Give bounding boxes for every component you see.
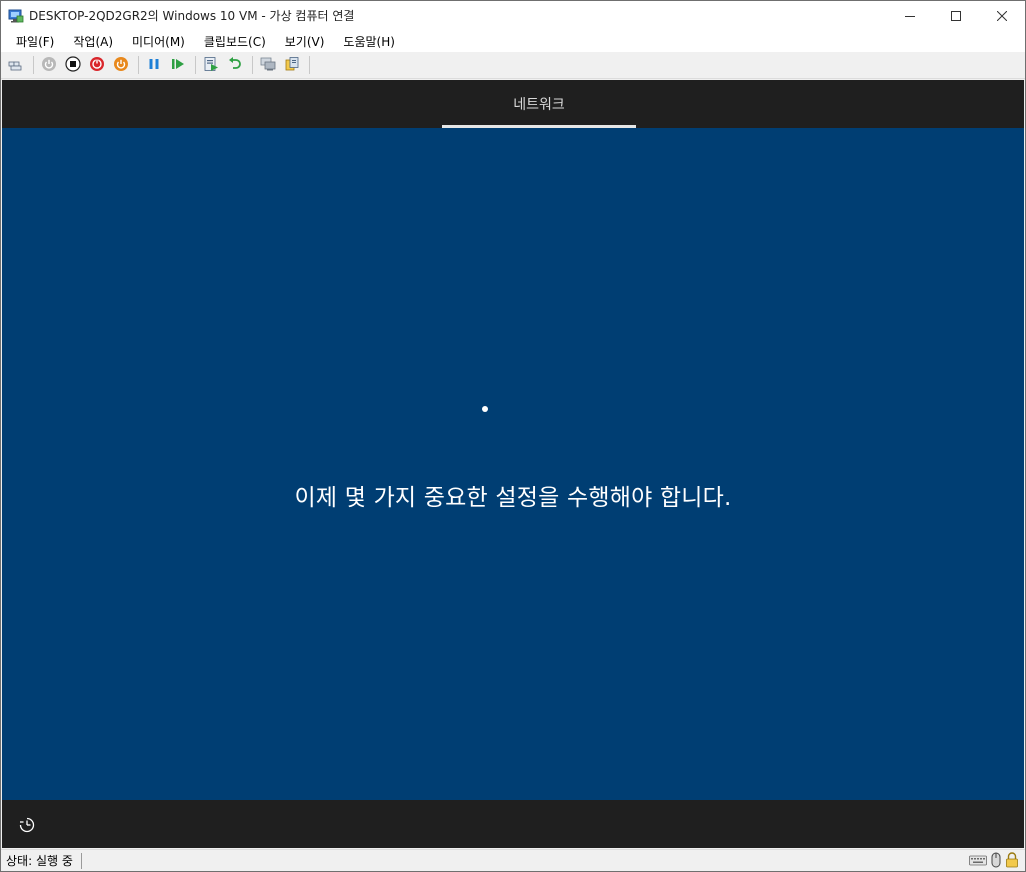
status-icons	[965, 852, 1019, 868]
menu-clipboard[interactable]: 클립보드(C)	[198, 31, 272, 52]
enhanced-session-button[interactable]	[257, 54, 279, 76]
vm-connection-window: DESKTOP-2QD2GR2의 Windows 10 VM - 가상 컴퓨터 …	[0, 0, 1026, 872]
mouse-icon	[991, 852, 1001, 868]
oobe-header: 네트워크	[2, 80, 1024, 128]
tab-underline	[442, 125, 636, 128]
start-button[interactable]	[38, 54, 60, 76]
status-text: 상태: 실행 중	[6, 854, 73, 868]
vm-connect-icon	[8, 8, 24, 24]
shut-down-button[interactable]	[86, 54, 108, 76]
toolbar-separator	[252, 56, 253, 74]
menu-action[interactable]: 작업(A)	[67, 31, 119, 52]
ease-of-access-icon[interactable]	[18, 816, 36, 834]
toolbar-separator	[33, 56, 34, 74]
maximize-button[interactable]	[933, 1, 979, 30]
menu-bar: 파일(F) 작업(A) 미디어(M) 클립보드(C) 보기(V) 도움말(H)	[1, 30, 1025, 52]
revert-button[interactable]	[224, 54, 246, 76]
keyboard-icon	[969, 853, 987, 867]
turn-off-icon	[65, 55, 81, 75]
enhanced-session-icon	[260, 56, 276, 75]
title-bar[interactable]: DESKTOP-2QD2GR2의 Windows 10 VM - 가상 컴퓨터 …	[1, 1, 1025, 30]
menu-view[interactable]: 보기(V)	[279, 31, 331, 52]
pause-button[interactable]	[143, 54, 165, 76]
setup-message: 이제 몇 가지 중요한 설정을 수행해야 합니다.	[294, 485, 732, 511]
close-icon	[997, 10, 1007, 21]
maximize-icon	[951, 10, 961, 21]
toolbar-separator	[195, 56, 196, 74]
tab-network: 네트워크	[513, 97, 565, 113]
lock-icon	[1005, 852, 1019, 868]
resume-icon	[170, 56, 186, 75]
checkpoint-button[interactable]	[200, 54, 222, 76]
pause-icon	[146, 56, 162, 75]
turn-off-button[interactable]	[62, 54, 84, 76]
window-title: DESKTOP-2QD2GR2의 Windows 10 VM - 가상 컴퓨터 …	[29, 9, 355, 23]
share-icon	[284, 56, 300, 75]
ctrl-alt-del-icon	[8, 56, 24, 75]
loading-spinner	[482, 406, 488, 412]
toolbar-separator	[138, 56, 139, 74]
vm-display[interactable]: 네트워크 이제 몇 가지 중요한 설정을 수행해야 합니다.	[2, 80, 1024, 848]
menu-media[interactable]: 미디어(M)	[126, 31, 191, 52]
resume-button[interactable]	[167, 54, 189, 76]
menu-file[interactable]: 파일(F)	[10, 31, 60, 52]
toolbar	[1, 52, 1025, 79]
start-icon	[41, 56, 57, 75]
minimize-icon	[905, 11, 915, 21]
save-button[interactable]	[110, 54, 132, 76]
status-separator	[80, 852, 82, 869]
minimize-button[interactable]	[887, 1, 933, 30]
checkpoint-icon	[203, 56, 219, 75]
window-controls	[887, 1, 1025, 30]
save-icon	[113, 56, 129, 75]
menu-help[interactable]: 도움말(H)	[337, 31, 401, 52]
oobe-footer	[2, 800, 1024, 848]
ctrl-alt-del-button[interactable]	[5, 54, 27, 76]
shut-down-icon	[89, 56, 105, 75]
close-button[interactable]	[979, 1, 1025, 30]
status-bar: 상태: 실행 중	[1, 849, 1025, 871]
share-button[interactable]	[281, 54, 303, 76]
toolbar-separator	[309, 56, 310, 74]
revert-icon	[227, 56, 243, 75]
